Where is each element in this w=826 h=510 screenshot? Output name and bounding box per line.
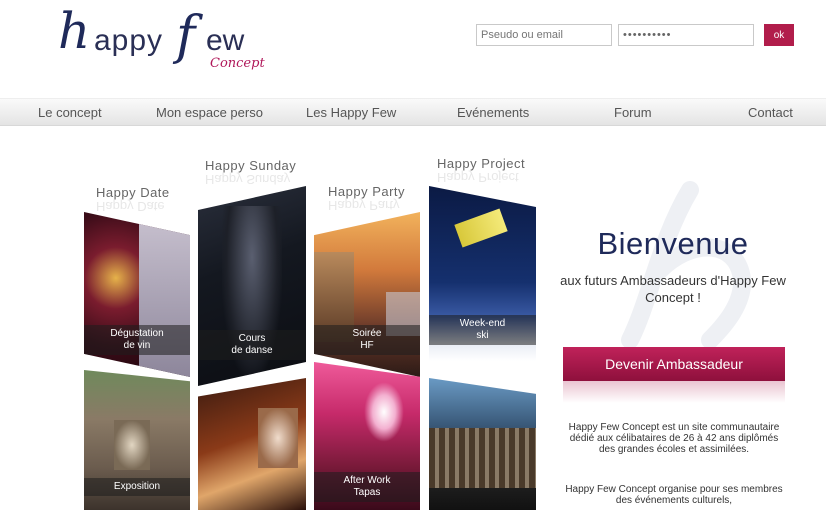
logo-concept: Concept [210,56,265,71]
site-logo[interactable]: h appy f ew Concept [58,2,265,84]
nav-le-concept[interactable]: Le concept [38,105,102,120]
category-happy-project[interactable]: Happy Project [437,156,525,171]
tile-week-end-ski[interactable]: Week-end ski [429,186,536,361]
welcome-subtitle: aux futurs Ambassadeurs d'Happy Few Conc… [560,273,786,305]
login-form: ok [476,24,794,46]
logo-ew: ew [206,24,245,57]
nav-les-happy-few[interactable]: Les Happy Few [306,105,396,120]
tile-cours-de-danse[interactable]: Cours de danse [198,186,306,386]
password-input[interactable] [618,24,754,46]
logo-h: h [58,2,91,60]
welcome-title: Bienvenue [597,226,749,261]
category-happy-sunday-reflection: Happy Sunday [205,172,291,187]
tile-week-end-ski-caption: Week-end ski [429,315,536,345]
tile-ski-skier [454,208,508,248]
tile-after-work-tapas-caption: After Work Tapas [314,472,420,502]
category-happy-sunday[interactable]: Happy Sunday [205,158,296,173]
tile-concert[interactable] [198,378,306,510]
tile-degustation-caption: Dégustation de vin [84,325,190,355]
tile-concert-figure [258,408,298,468]
category-happy-party-reflection: Happy Party [328,198,400,213]
tile-festival-crowd [429,428,536,488]
main-nav: Le concept Mon espace perso Les Happy Fe… [0,98,826,126]
category-happy-party[interactable]: Happy Party [328,184,405,199]
logo-appy: appy [94,24,164,57]
nav-evenements[interactable]: Evénements [457,105,529,120]
welcome-description-2: Happy Few Concept organise pour ses memb… [565,484,783,506]
tile-cours-de-danse-caption: Cours de danse [198,330,306,360]
login-ok-button[interactable]: ok [764,24,794,46]
tile-after-work-tapas[interactable]: After Work Tapas [314,362,420,510]
logo-f: f [176,6,196,66]
nav-mon-espace-perso[interactable]: Mon espace perso [156,105,263,120]
tile-festival[interactable] [429,378,536,510]
welcome-description-1: Happy Few Concept est un site communauta… [568,422,780,455]
category-happy-date[interactable]: Happy Date [96,185,170,200]
nav-forum[interactable]: Forum [614,105,652,120]
tile-soiree-hf-caption: Soirée HF [314,325,420,355]
tile-degustation[interactable]: Dégustation de vin [84,212,190,377]
tile-exposition-caption: Exposition [84,478,190,496]
tile-expo-figure [114,420,150,470]
tile-exposition[interactable]: Exposition [84,370,190,510]
category-happy-project-reflection: Happy Project [437,170,519,185]
devenir-ambassadeur-button[interactable]: Devenir Ambassadeur [563,347,785,381]
tile-soiree-hf[interactable]: Soirée HF [314,212,420,377]
cta-reflection [563,381,785,403]
category-happy-date-reflection: Happy Date [96,199,165,214]
nav-contact[interactable]: Contact [748,105,793,120]
pseudo-input[interactable] [476,24,612,46]
tile-afterwork-light [364,382,404,442]
